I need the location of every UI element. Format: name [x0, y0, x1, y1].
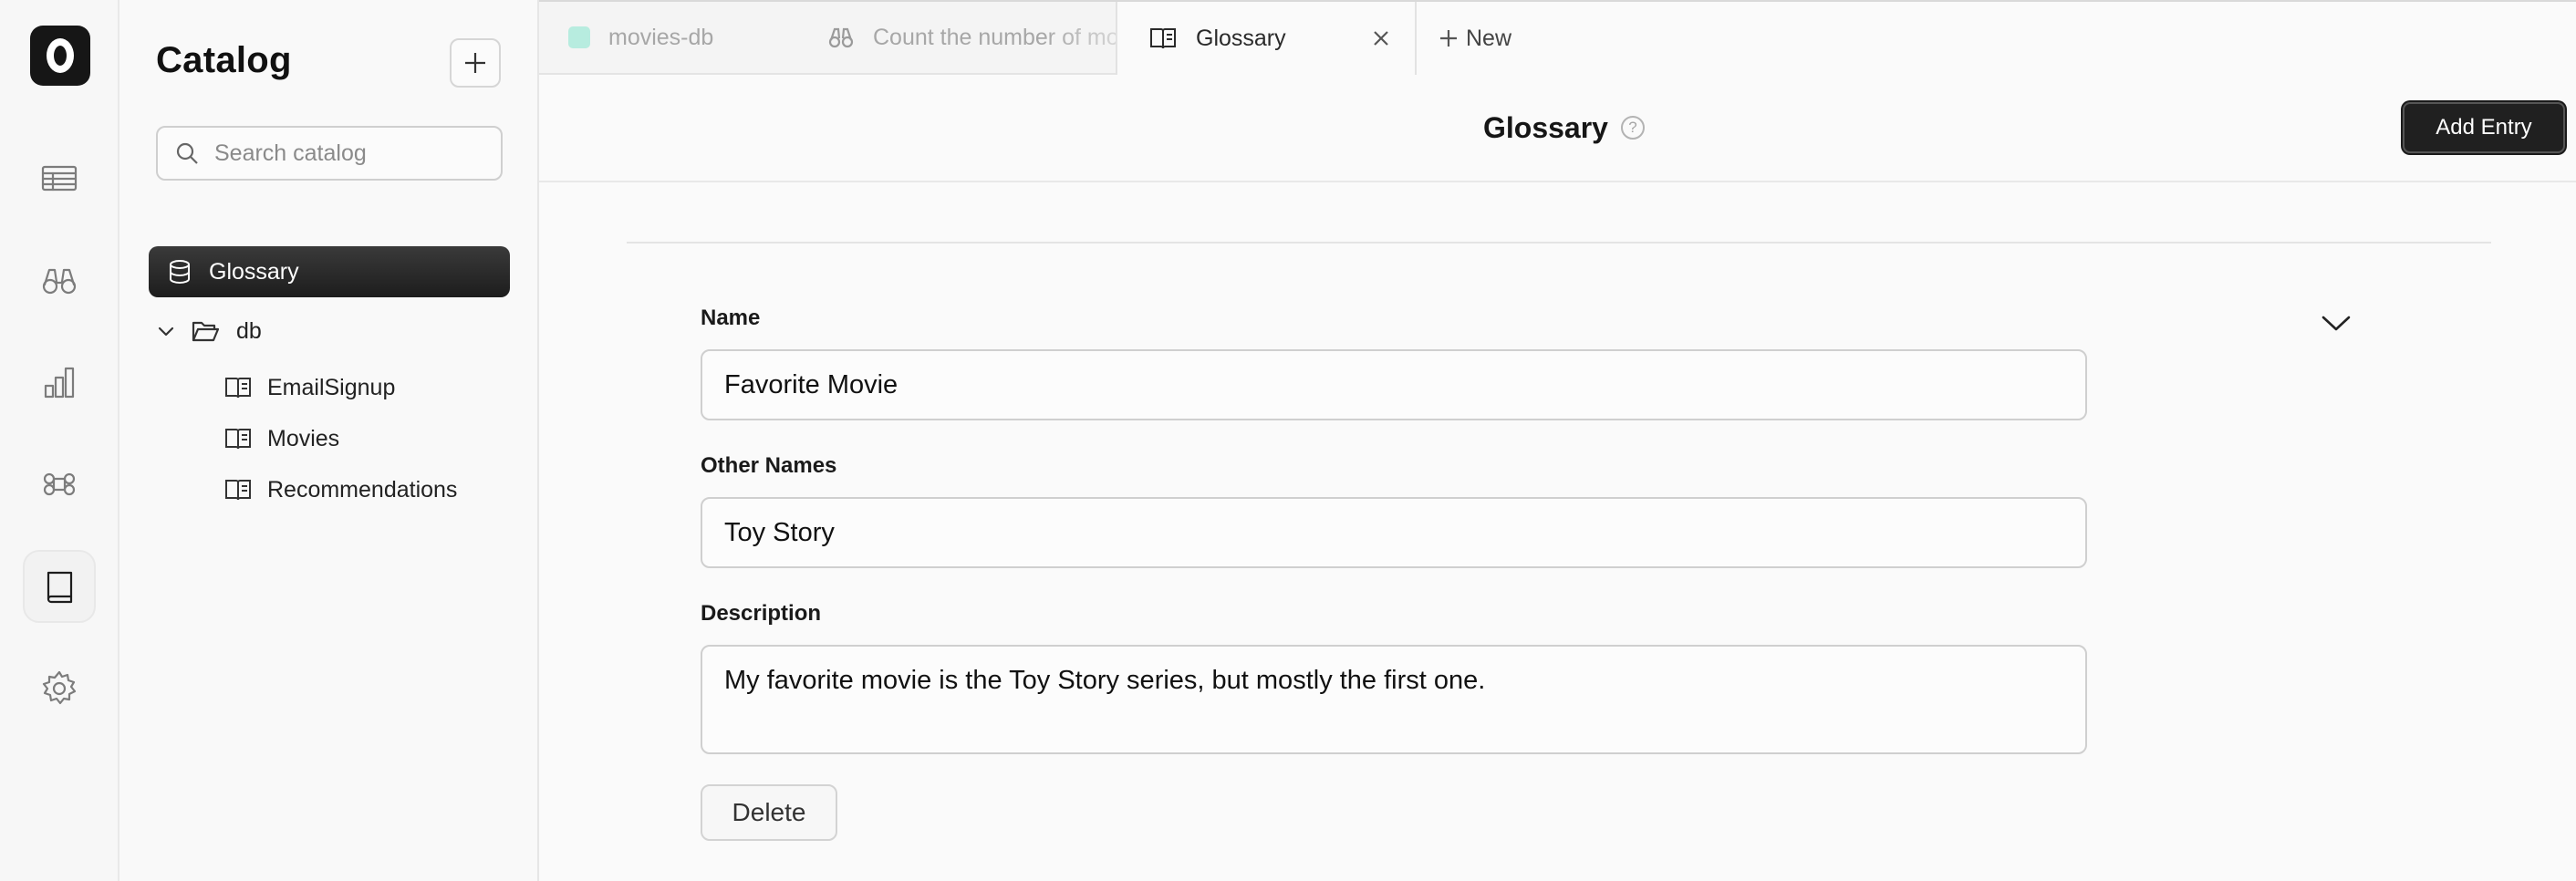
icon-rail — [0, 0, 119, 881]
add-catalog-button[interactable] — [450, 38, 501, 88]
add-entry-button[interactable]: Add Entry — [2403, 102, 2565, 153]
bar-chart-icon[interactable] — [23, 346, 96, 419]
tab-glossary[interactable]: Glossary — [1116, 2, 1417, 75]
glossary-book-icon — [225, 378, 251, 399]
search-icon — [176, 142, 198, 164]
database-color-icon — [568, 26, 590, 48]
glossary-book-icon — [225, 480, 251, 501]
folder-label: db — [236, 317, 262, 344]
tab-bar: movies-db Count the number of movies Glo… — [539, 0, 2576, 75]
sidebar-item-recommendations[interactable]: Recommendations — [223, 472, 457, 507]
command-icon[interactable] — [23, 448, 96, 521]
sidebar-item-label: Movies — [267, 425, 340, 451]
chevron-down-icon[interactable] — [156, 321, 176, 341]
main-panel: movies-db Count the number of movies Glo… — [539, 0, 2576, 881]
description-textarea[interactable]: My favorite movie is the Toy Story serie… — [701, 645, 2087, 754]
name-label: Name — [701, 306, 761, 330]
sidebar-item-label: EmailSignup — [267, 374, 396, 400]
sidebar-item-emailsignup[interactable]: EmailSignup — [223, 370, 395, 405]
entry-divider — [627, 242, 2491, 244]
name-input[interactable] — [701, 349, 2087, 420]
new-tab-button[interactable]: New — [1439, 2, 1511, 75]
plus-icon — [465, 53, 485, 73]
search-input[interactable] — [214, 140, 488, 167]
glossary-book-icon — [225, 429, 251, 450]
binoculars-icon[interactable] — [23, 244, 96, 316]
tab-movies-db[interactable]: movies-db — [539, 2, 795, 75]
app-logo[interactable] — [30, 26, 90, 86]
tab-label: Glossary — [1196, 25, 1286, 51]
plus-icon — [1440, 30, 1457, 47]
folder-open-icon — [192, 321, 220, 342]
database-icon — [170, 260, 190, 284]
new-tab-label: New — [1466, 25, 1512, 51]
catalog-title: Catalog — [156, 40, 292, 80]
sidebar-item-glossary[interactable]: Glossary — [149, 246, 510, 297]
catalog-sidebar: Catalog Glossary db EmailSignup Movies — [119, 0, 539, 881]
other-names-input[interactable] — [701, 497, 2087, 568]
catalog-search[interactable] — [156, 126, 503, 181]
close-icon[interactable] — [1371, 28, 1391, 48]
gear-icon[interactable] — [23, 652, 96, 725]
table-icon[interactable] — [23, 141, 96, 214]
sidebar-item-label: Recommendations — [267, 476, 458, 503]
delete-button[interactable]: Delete — [701, 784, 837, 841]
tab-label: movies-db — [608, 24, 714, 50]
sidebar-folder-db[interactable]: db — [156, 314, 262, 348]
other-names-label: Other Names — [701, 453, 837, 478]
binoculars-icon — [828, 27, 854, 48]
sidebar-item-movies[interactable]: Movies — [223, 421, 339, 456]
book-icon[interactable] — [23, 550, 96, 623]
glossary-book-icon — [1150, 28, 1176, 49]
tab-label: Count the number of movies — [873, 24, 1116, 50]
description-label: Description — [701, 601, 822, 626]
tab-count-query[interactable]: Count the number of movies — [795, 2, 1116, 75]
sidebar-item-label: Glossary — [209, 258, 299, 285]
app-window: Catalog Glossary db EmailSignup Movies — [0, 0, 2576, 881]
chevron-down-icon[interactable] — [2320, 312, 2353, 334]
page-header: Glossary ? Add Entry — [539, 75, 2576, 182]
page-title: Glossary — [1483, 111, 1608, 144]
help-icon[interactable]: ? — [1621, 116, 1645, 140]
